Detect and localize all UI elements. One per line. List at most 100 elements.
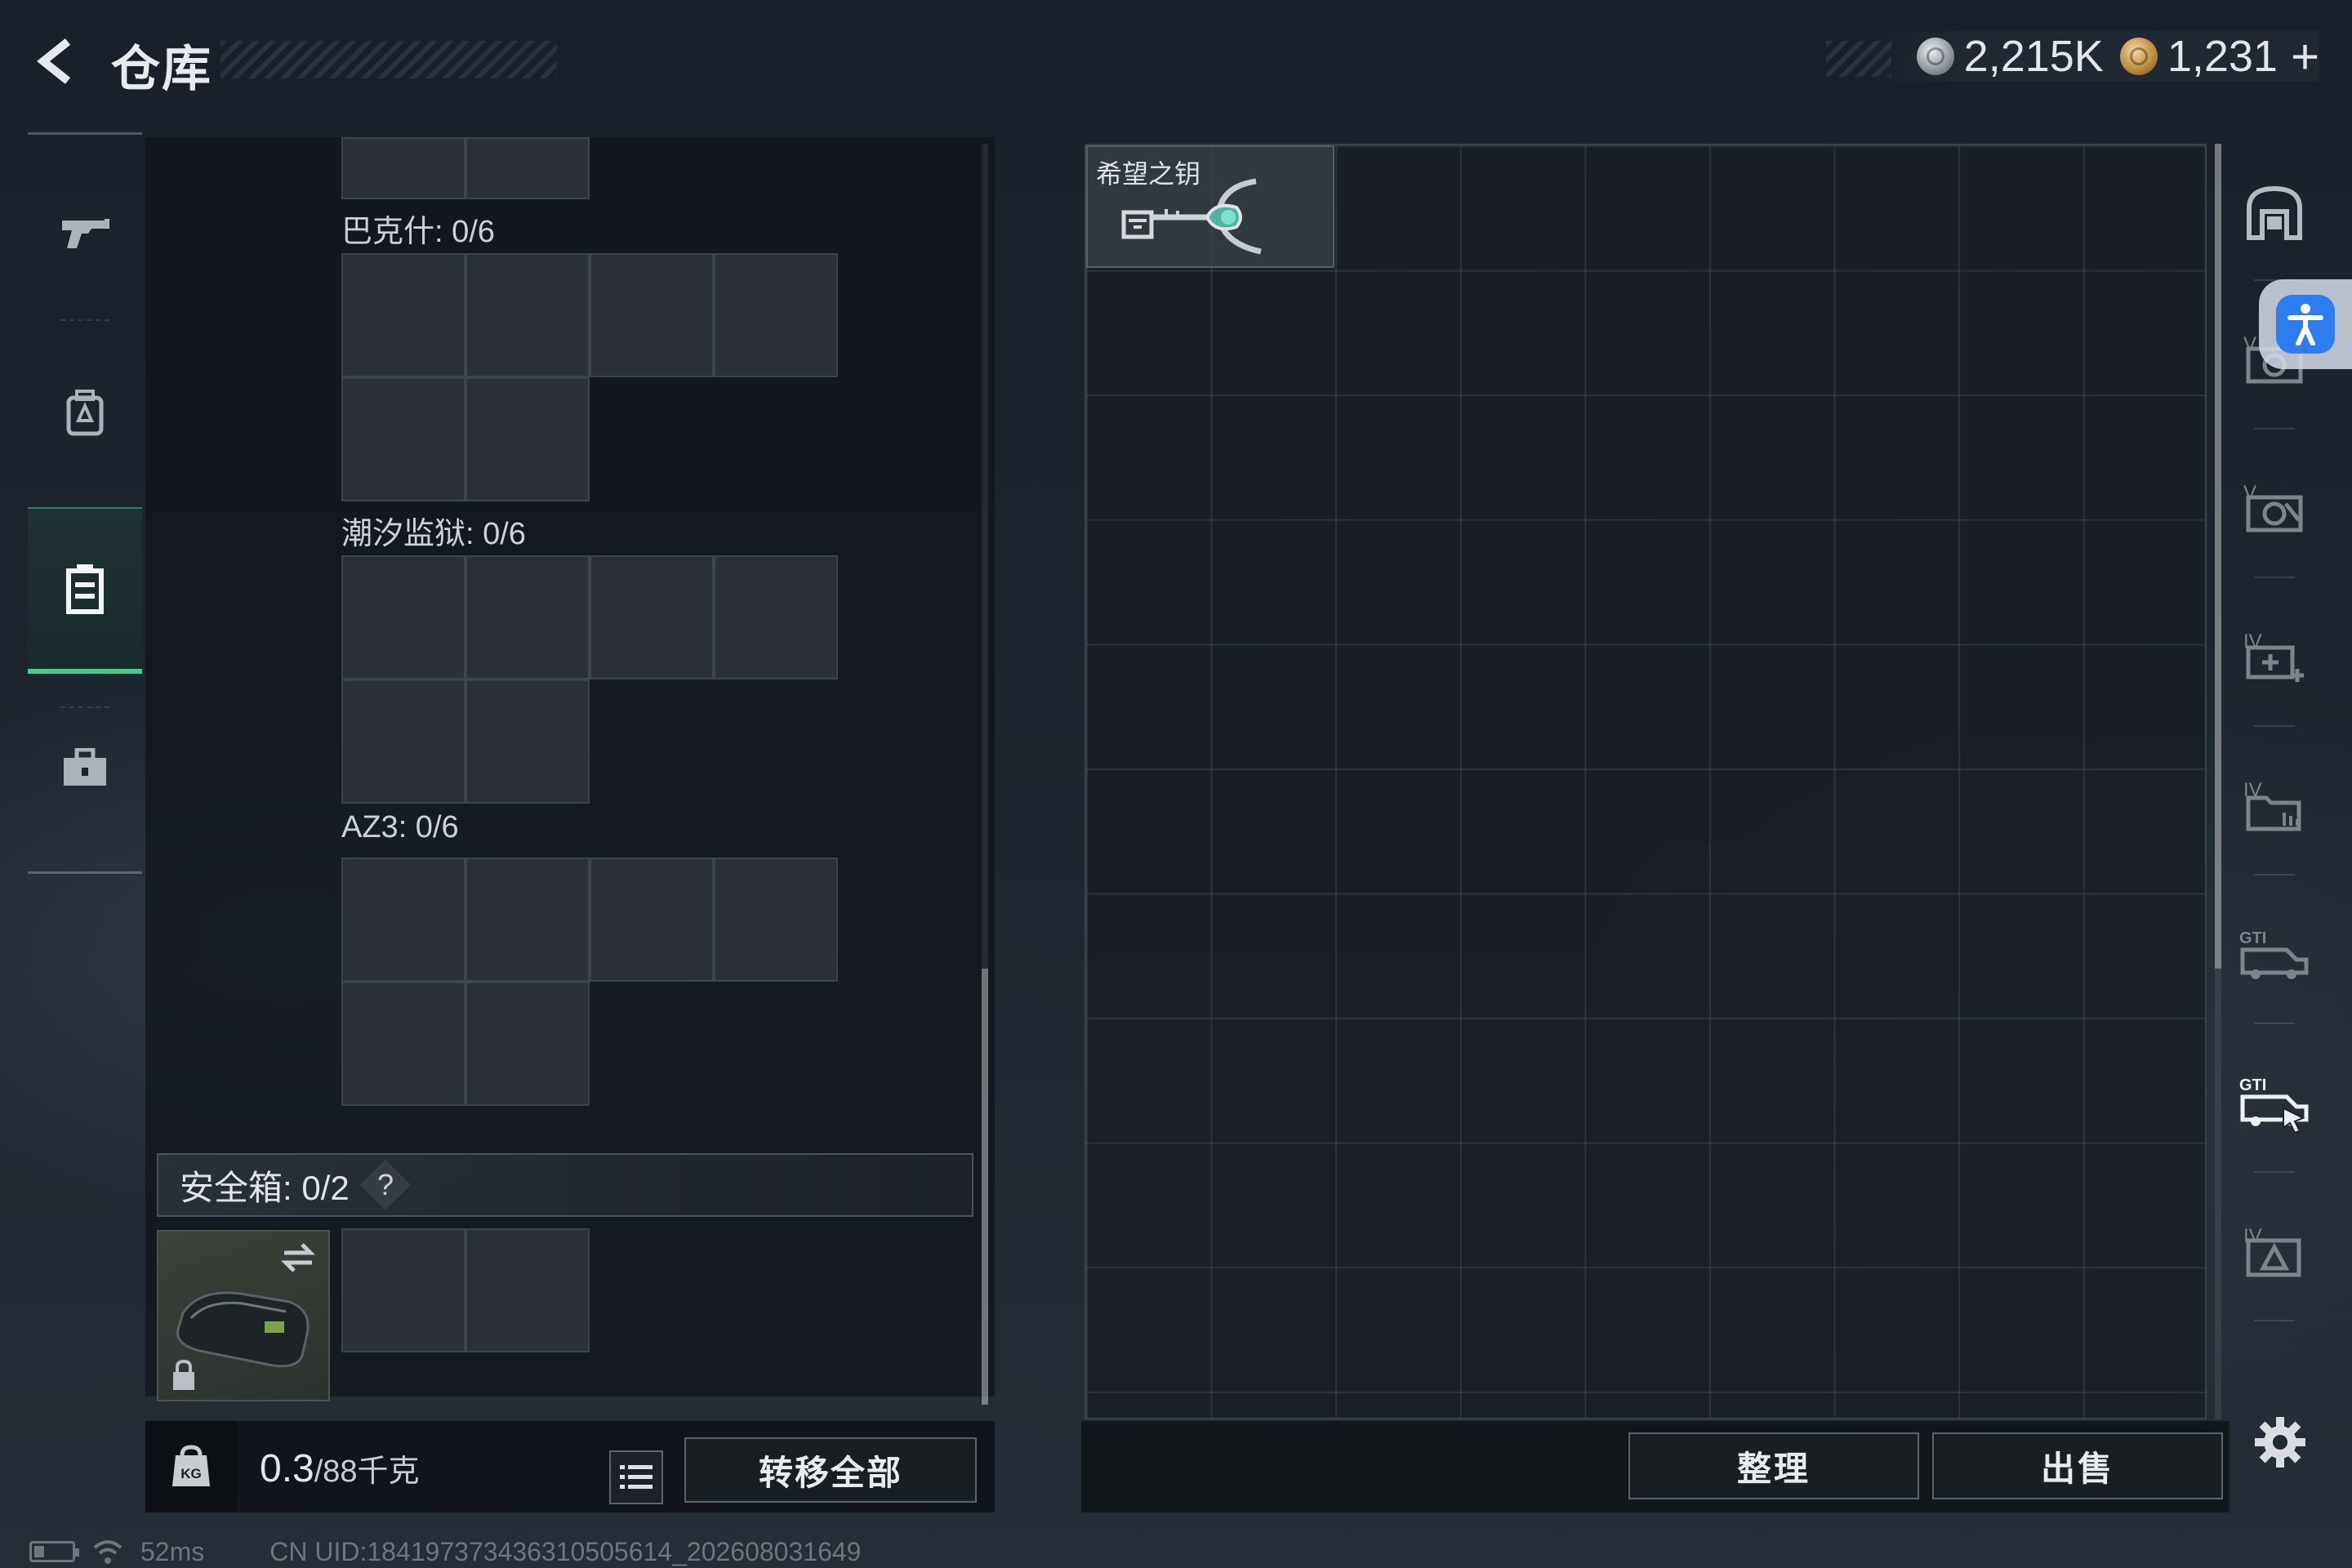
key-slot[interactable] (466, 679, 590, 804)
rail-separator (2254, 428, 2295, 430)
weight-lock-button[interactable]: KG (145, 1421, 237, 1512)
section-label-az3: AZ3: 0/6 (341, 810, 459, 844)
ping-value: 52ms (140, 1536, 205, 1566)
key-slot[interactable] (341, 982, 466, 1106)
back-arrow-icon (36, 38, 71, 84)
svg-text:GTI: GTI (2239, 1076, 2266, 1094)
gold-coin-icon (2119, 38, 2158, 75)
rail-separator (2254, 1171, 2295, 1173)
page-title: 仓库 (111, 42, 212, 96)
uid-text: CN UID:1841973734363105056​14_2026080316… (270, 1536, 862, 1566)
stash-grid[interactable] (1085, 144, 2207, 1419)
transfer-all-button[interactable]: 转移全部 (684, 1437, 977, 1503)
rail-item-documents[interactable]: IV (2230, 740, 2319, 871)
help-icon: ? (376, 1168, 394, 1201)
level-iv-medkit-icon: IV (2243, 630, 2304, 682)
lock-icon (173, 1359, 194, 1390)
key-slot[interactable] (714, 555, 838, 679)
level-v-gear-icon: V (2243, 482, 2303, 532)
gold-amount: 1,231 (2167, 32, 2278, 81)
stash-item-hope-key[interactable]: 希望之钥 (1086, 145, 1334, 268)
rail-separator (2254, 874, 2295, 875)
section-label-bakesh: 巴克什: 0/6 (341, 215, 495, 249)
settings-button[interactable] (2247, 1410, 2313, 1475)
key-slot[interactable] (341, 555, 466, 679)
currency-area: 2,215K 1,231 + (1867, 29, 2319, 85)
stash-scrollbar-thumb[interactable] (2215, 144, 2221, 969)
key-slot[interactable] (341, 679, 466, 804)
safe-slot[interactable] (466, 1228, 590, 1352)
nav-item-briefcase[interactable] (28, 687, 142, 850)
sell-button[interactable]: 出售 (1932, 1432, 2223, 1499)
gun-icon (62, 219, 109, 248)
nav-separator (60, 319, 109, 321)
accessibility-icon (2287, 304, 2323, 345)
svg-text:KG: KG (180, 1466, 202, 1481)
key-slot[interactable] (466, 555, 590, 679)
rail-item-maps[interactable]: IV (2230, 1186, 2319, 1316)
level-iv-map-icon: IV (2243, 1225, 2301, 1277)
accessibility-button[interactable] (2259, 279, 2352, 369)
arch-icon (2247, 185, 2302, 240)
rail-separator (2254, 1022, 2295, 1024)
rail-item-gear-v-2[interactable]: V (2230, 443, 2319, 573)
key-slot[interactable] (341, 137, 466, 199)
wifi-icon (93, 1540, 122, 1564)
key-slot[interactable] (466, 982, 590, 1106)
safe-box-item[interactable] (157, 1230, 330, 1401)
sort-button[interactable]: 整理 (1628, 1432, 1919, 1499)
help-button[interactable]: ? (359, 1159, 411, 1211)
briefcase-icon (64, 748, 106, 786)
rail-item-vehicle[interactable]: GTI (2230, 889, 2319, 1019)
battery-icon (29, 1541, 79, 1562)
backpack-icon (66, 390, 104, 436)
key-slot[interactable] (590, 858, 714, 982)
rail-item-all[interactable] (2230, 147, 2319, 278)
stash-scrollbar[interactable] (2215, 144, 2221, 1419)
safe-box-header: 安全箱: 0/2 ? (157, 1153, 973, 1217)
list-view-button[interactable] (609, 1450, 663, 1504)
status-bar: 52ms CN UID:1841973734363105056​14_20260… (29, 1535, 861, 1568)
gear-icon (2255, 1417, 2305, 1468)
key-slot[interactable] (341, 253, 466, 377)
safe-slot[interactable] (341, 1228, 466, 1352)
nav-item-backpack[interactable] (28, 331, 142, 494)
left-nav (28, 132, 142, 874)
safe-box-label: 安全箱: 0/2 (180, 1168, 350, 1207)
weight-readout: 0.3/88千克 (260, 1446, 420, 1491)
key-slot[interactable] (341, 377, 466, 501)
weight-max: /88千克 (314, 1454, 420, 1489)
key-slot[interactable] (341, 858, 466, 982)
weight-current: 0.3 (260, 1447, 314, 1490)
rail-item-medical[interactable]: IV (2230, 591, 2319, 722)
header: 仓库 2,215K 1,231 + (0, 0, 2352, 122)
key-icon (1121, 178, 1262, 255)
key-slot[interactable] (590, 253, 714, 377)
svg-text:IV: IV (2243, 1225, 2262, 1247)
rail-separator (2254, 725, 2295, 727)
scrollbar-thumb[interactable] (982, 969, 988, 1405)
container-scrollbar[interactable] (982, 144, 988, 1405)
key-slot[interactable] (466, 253, 590, 377)
add-currency-button[interactable]: + (2291, 29, 2319, 85)
kg-weight-icon: KG (172, 1445, 210, 1486)
key-slot[interactable] (466, 377, 590, 501)
back-button[interactable] (28, 33, 85, 90)
rail-separator (2254, 1320, 2295, 1321)
key-slot[interactable] (714, 858, 838, 982)
stash-action-bar: 整理 出售 (1081, 1421, 2230, 1512)
key-slot[interactable] (466, 137, 590, 199)
gold-currency[interactable]: 1,231 + (2119, 29, 2319, 85)
list-icon (620, 1465, 653, 1489)
svg-text:GTI: GTI (2239, 929, 2266, 947)
title-decoration (220, 41, 557, 78)
nav-item-container[interactable] (28, 507, 142, 674)
nav-item-weapons[interactable] (28, 151, 142, 314)
swap-icon[interactable] (278, 1240, 318, 1276)
rail-item-vehicle-selected[interactable]: GTI (2230, 1037, 2319, 1168)
silver-currency: 2,215K (1916, 31, 2104, 82)
key-slot[interactable] (590, 555, 714, 679)
key-slot[interactable] (714, 253, 838, 377)
level-iv-folder-icon: IV (2243, 779, 2301, 831)
key-slot[interactable] (466, 858, 590, 982)
